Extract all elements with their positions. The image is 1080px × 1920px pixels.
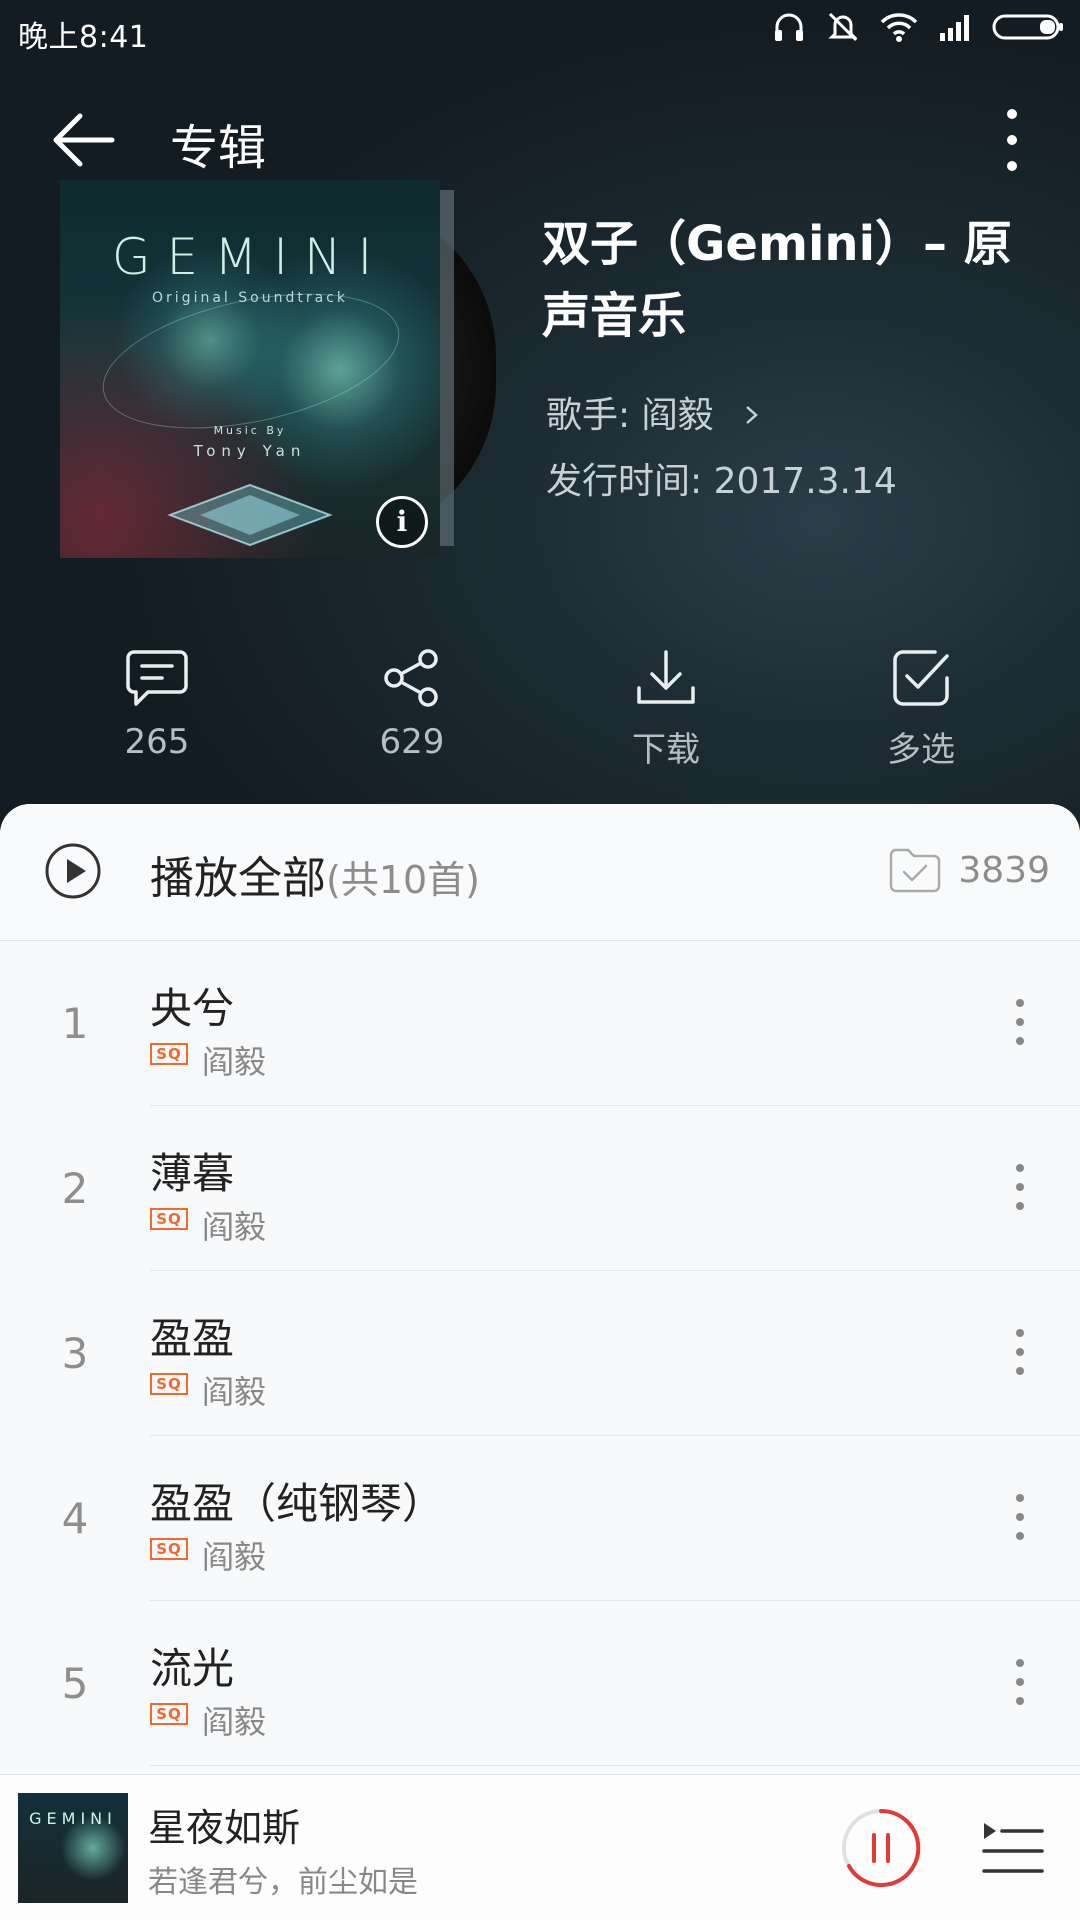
- track-index: 1: [61, 999, 89, 1048]
- playlist-queue-icon[interactable]: [980, 1819, 1046, 1879]
- pause-icon[interactable]: [840, 1807, 922, 1889]
- comments-button[interactable]: 265: [57, 648, 257, 778]
- sq-quality-badge: SQ: [150, 1703, 188, 1725]
- cover-music-by: Music By: [213, 424, 287, 437]
- play-all-text: 播放全部: [150, 853, 326, 904]
- share-button[interactable]: 629: [312, 648, 512, 778]
- track-artist: 阎毅: [202, 1373, 267, 1411]
- page-title: 专辑: [170, 120, 267, 176]
- battery-icon: [992, 14, 1063, 40]
- multiselect-check-icon: [893, 650, 949, 706]
- back-arrow-icon[interactable]: [48, 102, 124, 178]
- album-release-date: 发行时间: 2017.3.14: [546, 461, 897, 502]
- album-artist-label: 歌手: 阎毅: [546, 395, 714, 436]
- track-index: 4: [61, 1494, 89, 1543]
- folder-check-icon: [890, 848, 941, 893]
- signal-icon: [940, 15, 969, 41]
- share-count: 629: [379, 722, 445, 762]
- sq-quality-badge: SQ: [150, 1538, 188, 1560]
- track-total: (共10首): [326, 858, 481, 902]
- mini-art-title: GEMINI: [29, 1809, 117, 1828]
- chevron-right-icon: [746, 406, 758, 424]
- collect-count: 3839: [958, 849, 1050, 891]
- track-more-icon[interactable]: [1012, 1492, 1028, 1542]
- track-name: 盈盈（纯钢琴）: [150, 1479, 445, 1528]
- download-label: 下载: [632, 730, 700, 770]
- sq-quality-badge: SQ: [150, 1043, 188, 1065]
- cover-pyramid: [167, 483, 333, 547]
- wifi-icon: [880, 13, 918, 42]
- action-row: 265 629 下载 多选: [0, 648, 1080, 778]
- mini-player[interactable]: GEMINI 星夜如斯 若逢君兮，前尘如是: [0, 1774, 1080, 1920]
- track-more-icon[interactable]: [1012, 1327, 1028, 1377]
- row-divider: [150, 1765, 1080, 1766]
- download-icon: [637, 650, 695, 704]
- track-more-icon[interactable]: [1012, 997, 1028, 1047]
- album-title: 双子（Gemini）– 原声音乐: [542, 216, 1012, 344]
- comment-count: 265: [124, 722, 190, 762]
- cover-title: GEMINI: [111, 228, 389, 286]
- status-time: 晚上8:41: [18, 20, 149, 55]
- download-button[interactable]: 下载: [566, 648, 766, 778]
- track-artist: 阎毅: [202, 1043, 267, 1081]
- track-name: 流光: [150, 1644, 235, 1693]
- album-screen: 晚上8:41 专辑 GEMINI Original Soundtrack Mus…: [0, 0, 1080, 1920]
- sq-quality-badge: SQ: [150, 1208, 188, 1230]
- mini-player-art[interactable]: GEMINI: [18, 1793, 128, 1903]
- track-index: 5: [61, 1659, 89, 1708]
- collect-button[interactable]: 3839: [888, 846, 1050, 894]
- track-name: 薄暮: [150, 1149, 235, 1198]
- sq-quality-badge: SQ: [150, 1373, 188, 1395]
- multiselect-button[interactable]: 多选: [821, 648, 1021, 778]
- track-artist: 阎毅: [202, 1538, 267, 1576]
- cover-composer: Tony Yan: [193, 442, 307, 460]
- sleeve-edge: [438, 190, 454, 546]
- share-icon: [384, 649, 438, 707]
- track-row[interactable]: 3 盈盈 SQ 阎毅: [0, 1271, 1080, 1436]
- track-index: 3: [61, 1329, 89, 1378]
- mute-bell-icon: [828, 12, 858, 42]
- track-more-icon[interactable]: [1012, 1162, 1028, 1212]
- multiselect-label: 多选: [887, 730, 955, 770]
- now-playing-title: 星夜如斯: [148, 1806, 301, 1850]
- info-icon[interactable]: i: [376, 496, 428, 548]
- play-all-icon[interactable]: [44, 842, 102, 900]
- play-all-label: 播放全部(共10首): [150, 842, 480, 906]
- track-name: 盈盈: [150, 1314, 235, 1363]
- track-artist: 阎毅: [202, 1703, 267, 1741]
- comment-icon: [126, 650, 188, 706]
- track-row[interactable]: 1 央兮 SQ 阎毅: [0, 941, 1080, 1106]
- status-icons: [772, 10, 1066, 44]
- track-more-icon[interactable]: [1012, 1657, 1028, 1707]
- album-cover[interactable]: GEMINI Original Soundtrack Music By Tony…: [60, 180, 440, 558]
- track-panel: 播放全部(共10首) 3839 1 央兮 SQ 阎毅 2 薄暮 SQ 阎毅 3 …: [0, 804, 1080, 1920]
- track-name: 央兮: [150, 984, 235, 1033]
- track-list: 1 央兮 SQ 阎毅 2 薄暮 SQ 阎毅 3 盈盈 SQ 阎毅 4 盈盈（纯钢…: [0, 941, 1080, 1766]
- track-index: 2: [61, 1164, 89, 1213]
- track-row[interactable]: 5 流光 SQ 阎毅: [0, 1601, 1080, 1766]
- track-row[interactable]: 2 薄暮 SQ 阎毅: [0, 1106, 1080, 1271]
- track-artist: 阎毅: [202, 1208, 267, 1246]
- top-bar: 专辑: [0, 90, 1080, 190]
- track-row[interactable]: 4 盈盈（纯钢琴） SQ 阎毅: [0, 1436, 1080, 1601]
- status-bar: 晚上8:41: [0, 0, 1080, 60]
- album-artist-link[interactable]: 歌手: 阎毅: [546, 386, 761, 438]
- more-options-icon[interactable]: [982, 100, 1042, 180]
- play-all-row[interactable]: 播放全部(共10首) 3839: [0, 804, 1080, 941]
- headphones-icon: [775, 13, 803, 41]
- cover-subtitle: Original Soundtrack: [152, 290, 348, 306]
- now-playing-lyric: 若逢君兮，前尘如是: [148, 1865, 418, 1900]
